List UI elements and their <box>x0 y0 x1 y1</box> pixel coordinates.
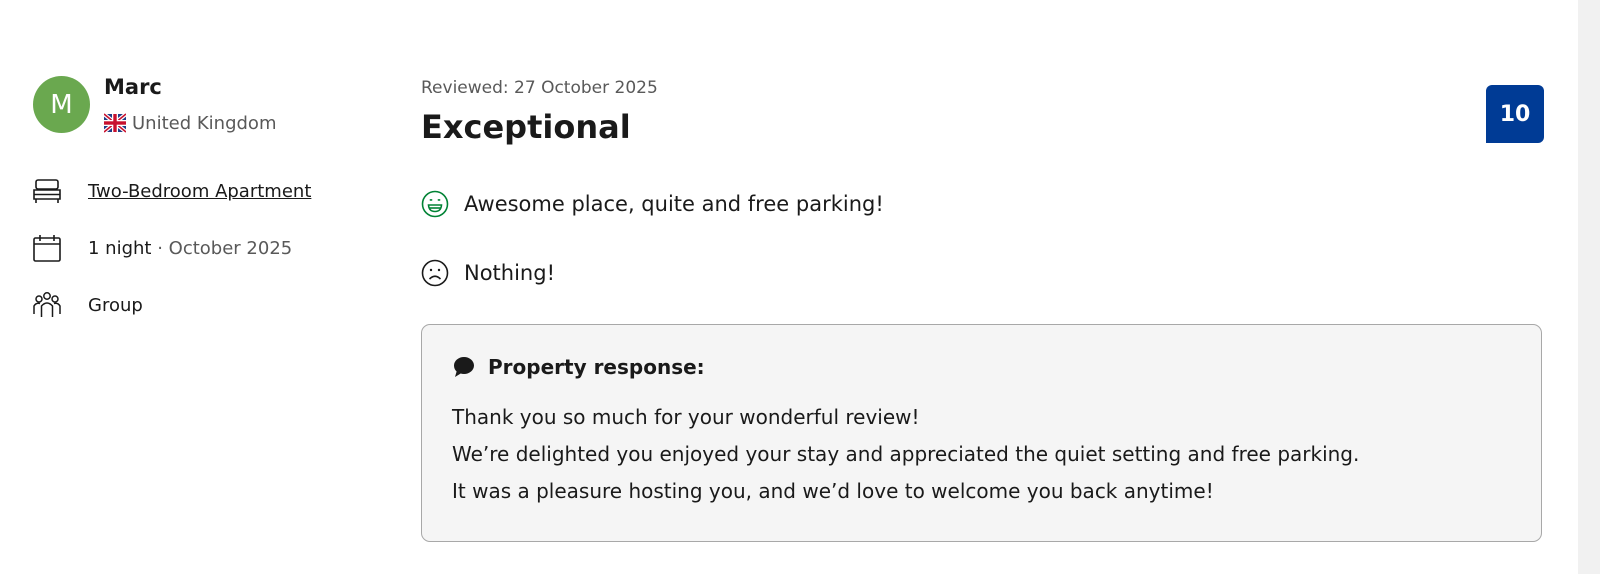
room-type-link[interactable]: Two-Bedroom Apartment <box>88 181 311 202</box>
sad-face-icon <box>421 259 449 287</box>
nights-label: 1 night <box>88 237 152 259</box>
room-row: Two-Bedroom Apartment <box>32 176 311 206</box>
negative-comment-text: Nothing! <box>464 261 555 285</box>
property-response-box: Property response: Thank you so much for… <box>421 324 1542 542</box>
avatar: M <box>33 76 90 133</box>
speech-bubble-icon <box>454 357 474 377</box>
negative-comment: Nothing! <box>420 258 555 288</box>
group-icon <box>33 292 61 317</box>
response-line: It was a pleasure hosting you, and we’d … <box>452 479 1214 503</box>
reviewed-date: Reviewed: 27 October 2025 <box>421 78 658 98</box>
date-separator: · <box>151 237 169 259</box>
uk-flag-icon <box>104 112 126 134</box>
bed-icon <box>33 179 61 203</box>
positive-comment-text: Awesome place, quite and free parking! <box>464 192 884 216</box>
reviewer-info: Marc United Kingdom <box>104 75 276 134</box>
reviewer-name: Marc <box>104 75 162 99</box>
scrollbar[interactable] <box>1578 0 1600 574</box>
traveler-type-row: Group <box>32 290 143 320</box>
response-line: Thank you so much for your wonderful rev… <box>452 405 920 429</box>
stay-dates-row: 1 night · October 2025 <box>32 233 292 263</box>
score-badge: 10 <box>1486 85 1544 143</box>
reviewer-country: United Kingdom <box>104 112 276 134</box>
positive-comment: Awesome place, quite and free parking! <box>420 189 884 219</box>
response-line: We’re delighted you enjoyed your stay an… <box>452 442 1360 466</box>
property-response-header: Property response: <box>452 355 1511 379</box>
review-title: Exceptional <box>421 108 631 146</box>
reviewer-block: M Marc United Kingdom <box>33 75 276 134</box>
country-label: United Kingdom <box>132 112 277 134</box>
calendar-icon <box>33 235 61 262</box>
review-card: M Marc United Kingdom Two-Bedroom Apartm… <box>0 0 1600 574</box>
traveler-type-label: Group <box>88 294 143 316</box>
property-response-title: Property response: <box>488 355 705 379</box>
happy-face-icon <box>421 190 449 218</box>
stay-month: October 2025 <box>168 237 293 259</box>
